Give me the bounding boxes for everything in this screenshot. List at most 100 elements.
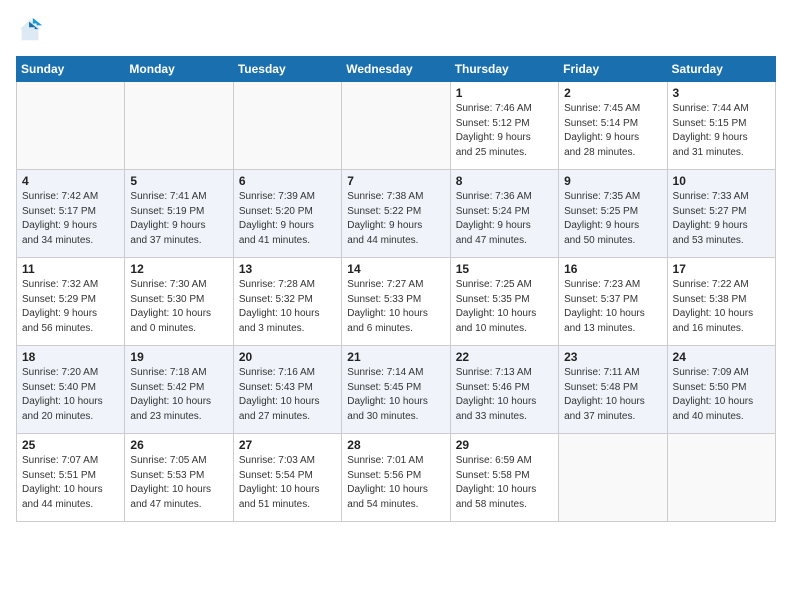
day-number: 10 [673, 174, 770, 188]
calendar-cell: 12 Sunrise: 7:30 AM Sunset: 5:30 PM Dayli… [125, 258, 233, 346]
day-number: 13 [239, 262, 336, 276]
calendar-cell: 11 Sunrise: 7:32 AM Sunset: 5:29 PM Dayli… [17, 258, 125, 346]
logo-icon [16, 16, 44, 44]
day-number: 8 [456, 174, 553, 188]
day-number: 2 [564, 86, 661, 100]
day-info: Sunrise: 7:42 AM Sunset: 5:17 PM Dayligh… [22, 190, 119, 248]
calendar-cell: 15 Sunrise: 7:25 AM Sunset: 5:35 PM Dayli… [450, 258, 558, 346]
day-number: 15 [456, 262, 553, 276]
day-number: 21 [347, 350, 444, 364]
calendar-cell: 8 Sunrise: 7:36 AM Sunset: 5:24 PM Daylig… [450, 170, 558, 258]
day-number: 23 [564, 350, 661, 364]
day-number: 17 [673, 262, 770, 276]
day-info: Sunrise: 7:30 AM Sunset: 5:30 PM Dayligh… [130, 278, 227, 336]
day-number: 27 [239, 438, 336, 452]
day-info: Sunrise: 7:28 AM Sunset: 5:32 PM Dayligh… [239, 278, 336, 336]
day-info: Sunrise: 7:20 AM Sunset: 5:40 PM Dayligh… [22, 366, 119, 424]
calendar-cell: 26 Sunrise: 7:05 AM Sunset: 5:53 PM Dayli… [125, 434, 233, 522]
day-info: Sunrise: 7:13 AM Sunset: 5:46 PM Dayligh… [456, 366, 553, 424]
page-header [16, 16, 776, 44]
calendar-cell: 18 Sunrise: 7:20 AM Sunset: 5:40 PM Dayli… [17, 346, 125, 434]
calendar-cell: 10 Sunrise: 7:33 AM Sunset: 5:27 PM Dayli… [667, 170, 775, 258]
day-number: 26 [130, 438, 227, 452]
day-number: 24 [673, 350, 770, 364]
logo [16, 16, 48, 44]
calendar-cell: 25 Sunrise: 7:07 AM Sunset: 5:51 PM Dayli… [17, 434, 125, 522]
day-number: 20 [239, 350, 336, 364]
day-info: Sunrise: 7:09 AM Sunset: 5:50 PM Dayligh… [673, 366, 770, 424]
day-info: Sunrise: 7:32 AM Sunset: 5:29 PM Dayligh… [22, 278, 119, 336]
day-info: Sunrise: 7:11 AM Sunset: 5:48 PM Dayligh… [564, 366, 661, 424]
calendar-cell: 17 Sunrise: 7:22 AM Sunset: 5:38 PM Dayli… [667, 258, 775, 346]
day-info: Sunrise: 7:36 AM Sunset: 5:24 PM Dayligh… [456, 190, 553, 248]
day-info: Sunrise: 7:07 AM Sunset: 5:51 PM Dayligh… [22, 454, 119, 512]
calendar-cell: 4 Sunrise: 7:42 AM Sunset: 5:17 PM Daylig… [17, 170, 125, 258]
day-info: Sunrise: 7:03 AM Sunset: 5:54 PM Dayligh… [239, 454, 336, 512]
day-number: 18 [22, 350, 119, 364]
calendar-cell [667, 434, 775, 522]
day-info: Sunrise: 7:23 AM Sunset: 5:37 PM Dayligh… [564, 278, 661, 336]
calendar-cell: 1 Sunrise: 7:46 AM Sunset: 5:12 PM Daylig… [450, 82, 558, 170]
day-info: Sunrise: 7:16 AM Sunset: 5:43 PM Dayligh… [239, 366, 336, 424]
calendar-cell [125, 82, 233, 170]
calendar-cell [233, 82, 341, 170]
calendar-cell: 21 Sunrise: 7:14 AM Sunset: 5:45 PM Dayli… [342, 346, 450, 434]
day-info: Sunrise: 7:05 AM Sunset: 5:53 PM Dayligh… [130, 454, 227, 512]
col-header-tuesday: Tuesday [233, 57, 341, 82]
calendar-cell: 29 Sunrise: 6:59 AM Sunset: 5:58 PM Dayli… [450, 434, 558, 522]
day-number: 28 [347, 438, 444, 452]
day-info: Sunrise: 7:35 AM Sunset: 5:25 PM Dayligh… [564, 190, 661, 248]
day-number: 12 [130, 262, 227, 276]
calendar-cell [559, 434, 667, 522]
calendar-cell: 22Sunrise: 7:13 AM Sunset: 5:46 PM Dayli… [450, 346, 558, 434]
day-info: Sunrise: 7:33 AM Sunset: 5:27 PM Dayligh… [673, 190, 770, 248]
day-info: Sunrise: 7:14 AM Sunset: 5:45 PM Dayligh… [347, 366, 444, 424]
day-number: 6 [239, 174, 336, 188]
day-number: 11 [22, 262, 119, 276]
calendar-cell: 19 Sunrise: 7:18 AM Sunset: 5:42 PM Dayli… [125, 346, 233, 434]
calendar-cell: 23 Sunrise: 7:11 AM Sunset: 5:48 PM Dayli… [559, 346, 667, 434]
calendar-cell: 20 Sunrise: 7:16 AM Sunset: 5:43 PM Dayli… [233, 346, 341, 434]
day-number: 7 [347, 174, 444, 188]
day-info: Sunrise: 7:44 AM Sunset: 5:15 PM Dayligh… [673, 102, 770, 160]
calendar-cell: 28 Sunrise: 7:01 AM Sunset: 5:56 PM Dayli… [342, 434, 450, 522]
day-number: 3 [673, 86, 770, 100]
day-info: Sunrise: 7:25 AM Sunset: 5:35 PM Dayligh… [456, 278, 553, 336]
col-header-monday: Monday [125, 57, 233, 82]
calendar-cell: 2 Sunrise: 7:45 AM Sunset: 5:14 PM Daylig… [559, 82, 667, 170]
day-info: Sunrise: 7:27 AM Sunset: 5:33 PM Dayligh… [347, 278, 444, 336]
calendar-cell: 13 Sunrise: 7:28 AM Sunset: 5:32 PM Dayli… [233, 258, 341, 346]
col-header-saturday: Saturday [667, 57, 775, 82]
calendar-cell: 14 Sunrise: 7:27 AM Sunset: 5:33 PM Dayli… [342, 258, 450, 346]
day-info: Sunrise: 7:45 AM Sunset: 5:14 PM Dayligh… [564, 102, 661, 160]
calendar-cell: 16 Sunrise: 7:23 AM Sunset: 5:37 PM Dayli… [559, 258, 667, 346]
col-header-friday: Friday [559, 57, 667, 82]
calendar-cell [342, 82, 450, 170]
day-number: 9 [564, 174, 661, 188]
calendar-cell: 3 Sunrise: 7:44 AM Sunset: 5:15 PM Daylig… [667, 82, 775, 170]
day-number: 4 [22, 174, 119, 188]
calendar-cell: 9 Sunrise: 7:35 AM Sunset: 5:25 PM Daylig… [559, 170, 667, 258]
calendar-cell: 6 Sunrise: 7:39 AM Sunset: 5:20 PM Daylig… [233, 170, 341, 258]
day-info: Sunrise: 7:18 AM Sunset: 5:42 PM Dayligh… [130, 366, 227, 424]
day-number: 29 [456, 438, 553, 452]
day-info: Sunrise: 7:22 AM Sunset: 5:38 PM Dayligh… [673, 278, 770, 336]
calendar-cell: 7Sunrise: 7:38 AM Sunset: 5:22 PM Daylig… [342, 170, 450, 258]
day-number: 16 [564, 262, 661, 276]
calendar-cell: 27 Sunrise: 7:03 AM Sunset: 5:54 PM Dayli… [233, 434, 341, 522]
day-number: 5 [130, 174, 227, 188]
col-header-thursday: Thursday [450, 57, 558, 82]
calendar-cell: 5 Sunrise: 7:41 AM Sunset: 5:19 PM Daylig… [125, 170, 233, 258]
day-info: Sunrise: 7:41 AM Sunset: 5:19 PM Dayligh… [130, 190, 227, 248]
day-info: Sunrise: 7:46 AM Sunset: 5:12 PM Dayligh… [456, 102, 553, 160]
day-info: Sunrise: 7:01 AM Sunset: 5:56 PM Dayligh… [347, 454, 444, 512]
day-number: 14 [347, 262, 444, 276]
col-header-sunday: Sunday [17, 57, 125, 82]
day-number: 1 [456, 86, 553, 100]
day-number: 19 [130, 350, 227, 364]
day-number: 25 [22, 438, 119, 452]
day-info: Sunrise: 6:59 AM Sunset: 5:58 PM Dayligh… [456, 454, 553, 512]
calendar-table: SundayMondayTuesdayWednesdayThursdayFrid… [16, 56, 776, 522]
calendar-cell [17, 82, 125, 170]
day-info: Sunrise: 7:39 AM Sunset: 5:20 PM Dayligh… [239, 190, 336, 248]
